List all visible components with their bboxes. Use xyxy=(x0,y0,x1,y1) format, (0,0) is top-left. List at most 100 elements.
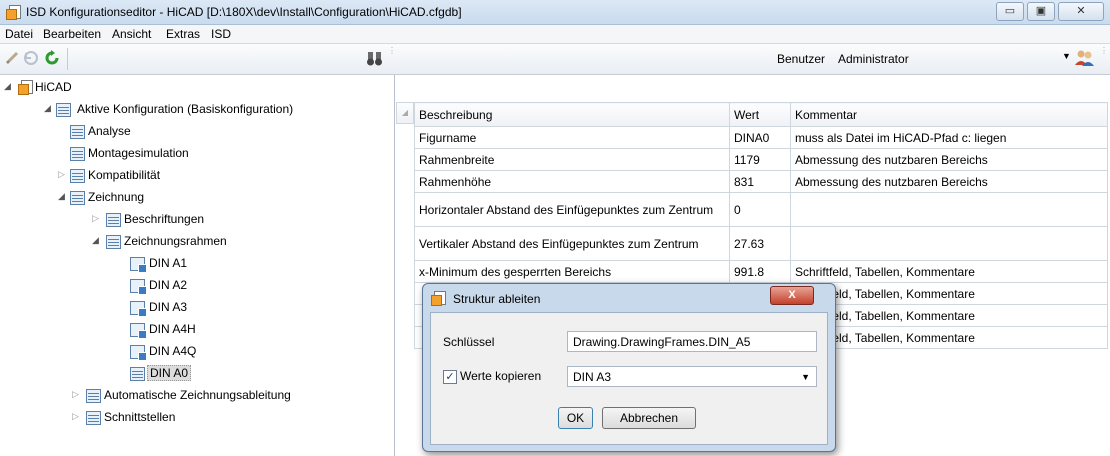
cell-kommentar[interactable]: muss als Datei im HiCAD-Pfad c: liegen xyxy=(790,126,1108,149)
expand-icon[interactable]: ▷ xyxy=(92,213,99,224)
minimize-button[interactable]: ▭ xyxy=(996,2,1024,21)
tree-label: DIN A1 xyxy=(149,256,188,270)
row-header-corner[interactable]: ◢ xyxy=(396,102,414,124)
table-row[interactable]: Vertikaler Abstand des Einfügepunktes zu… xyxy=(414,226,1108,261)
column-header-wert[interactable]: Wert xyxy=(729,102,791,127)
table-icon xyxy=(70,147,85,161)
maximize-button[interactable]: ▣ xyxy=(1027,2,1055,21)
cell-wert[interactable]: 991.8 xyxy=(729,260,791,283)
cell-beschreibung[interactable]: Rahmenhöhe xyxy=(414,170,730,193)
cell-wert[interactable]: DINA0 xyxy=(729,126,791,149)
derived-table-icon xyxy=(130,323,147,339)
user-label: Benutzer xyxy=(777,52,826,66)
collapse-icon[interactable]: ◢ xyxy=(44,103,51,114)
menu-extras[interactable]: Extras xyxy=(166,27,200,41)
config-tree: ◢ HiCAD ◢ Aktive Konfiguration (Basiskon… xyxy=(0,75,395,456)
table-icon xyxy=(70,169,85,183)
cell-beschreibung[interactable]: Vertikaler Abstand des Einfügepunktes zu… xyxy=(414,226,730,261)
table-icon xyxy=(70,191,85,205)
werte-kopieren-select[interactable]: DIN A3 ▼ xyxy=(567,366,817,387)
table-icon xyxy=(86,389,101,403)
table-icon xyxy=(86,411,101,425)
menu-isd[interactable]: ISD xyxy=(211,27,231,41)
refresh-icon[interactable] xyxy=(44,50,60,66)
tree-label: Beschriftungen xyxy=(124,212,205,226)
cell-wert[interactable]: 0 xyxy=(729,192,791,227)
cell-kommentar[interactable]: Schriftfeld, Tabellen, Kommentare xyxy=(790,260,1108,283)
collapse-icon[interactable]: ◢ xyxy=(92,235,99,246)
cell-wert[interactable]: 27.63 xyxy=(729,226,791,261)
toolbar-grip-right[interactable]: ⋮ xyxy=(1100,46,1108,72)
tree-label: Kompatibilität xyxy=(88,168,161,182)
tree-label: DIN A3 xyxy=(149,300,188,314)
werte-kopieren-label[interactable]: Werte kopieren xyxy=(460,369,541,383)
user-dropdown[interactable]: Administrator xyxy=(838,52,909,66)
expand-icon[interactable]: ▷ xyxy=(72,411,79,422)
schluessel-input[interactable]: Drawing.DrawingFrames.DIN_A5 xyxy=(567,331,817,352)
cell-kommentar[interactable] xyxy=(790,192,1108,227)
dialog-close-button[interactable]: X xyxy=(770,286,814,305)
cell-kommentar[interactable]: Abmessung des nutzbaren Bereichs xyxy=(790,148,1108,171)
table-icon xyxy=(106,213,121,227)
cell-kommentar[interactable]: Schriftfeld, Tabellen, Kommentare xyxy=(790,326,1108,349)
table-row[interactable]: Rahmenhöhe 831 Abmessung des nutzbaren B… xyxy=(414,170,1108,193)
app-icon xyxy=(6,5,21,20)
table-row[interactable]: Rahmenbreite 1179 Abmessung des nutzbare… xyxy=(414,148,1108,171)
table-icon xyxy=(106,235,121,249)
expand-icon[interactable]: ▷ xyxy=(72,389,79,400)
select-value: DIN A3 xyxy=(573,370,612,384)
column-header-beschreibung[interactable]: Beschreibung xyxy=(414,102,730,127)
tree-label: Zeichnung xyxy=(88,190,145,204)
cell-kommentar[interactable]: Schriftfeld, Tabellen, Kommentare xyxy=(790,282,1108,305)
schluessel-label: Schlüssel xyxy=(443,335,495,349)
derived-table-icon xyxy=(130,301,147,317)
cell-beschreibung[interactable]: Rahmenbreite xyxy=(414,148,730,171)
dialog-body: Schlüssel Drawing.DrawingFrames.DIN_A5 ✓… xyxy=(430,312,828,445)
cell-beschreibung[interactable]: Horizontaler Abstand des Einfügepunktes … xyxy=(414,192,730,227)
tree-label: DIN A2 xyxy=(149,278,188,292)
binoculars-icon[interactable] xyxy=(366,50,384,66)
toolbar: ⋮ Benutzer Administrator ▼ ⋮ xyxy=(0,44,1110,75)
tree-label: Aktive Konfiguration (Basiskonfiguration… xyxy=(77,102,294,116)
cell-kommentar[interactable]: Abmessung des nutzbaren Bereichs xyxy=(790,170,1108,193)
table-row[interactable]: x-Minimum des gesperrten Bereichs 991.8 … xyxy=(414,260,1108,283)
window-title: ISD Konfigurationseditor - HiCAD [D:\180… xyxy=(26,5,462,19)
close-button[interactable]: ✕ xyxy=(1058,2,1104,21)
tree-label: Automatische Zeichnungsableitung xyxy=(104,388,291,402)
tree-label: Schnittstellen xyxy=(104,410,176,424)
tree-label: Analyse xyxy=(88,124,131,138)
cell-wert[interactable]: 1179 xyxy=(729,148,791,171)
menu-ansicht[interactable]: Ansicht xyxy=(112,27,151,41)
collapse-icon[interactable]: ◢ xyxy=(58,191,65,202)
abbrechen-button[interactable]: Abbrechen xyxy=(602,407,696,429)
pencil-icon[interactable] xyxy=(5,51,19,65)
table-row[interactable]: Horizontaler Abstand des Einfügepunktes … xyxy=(414,192,1108,227)
column-header-kommentar[interactable]: Kommentar xyxy=(790,102,1108,127)
tree-label: DIN A4Q xyxy=(149,344,197,358)
derived-table-icon xyxy=(130,279,147,295)
menu-bar: Datei Bearbeiten Ansicht Extras ISD xyxy=(0,25,1110,44)
tree-label: Montagesimulation xyxy=(88,146,189,160)
hicad-icon xyxy=(18,80,33,95)
werte-kopieren-checkbox[interactable]: ✓ xyxy=(443,370,457,384)
users-icon[interactable] xyxy=(1074,49,1094,67)
cell-beschreibung[interactable]: Figurname xyxy=(414,126,730,149)
toolbar-grip[interactable]: ⋮ xyxy=(388,46,396,72)
table-icon xyxy=(70,125,85,139)
cell-kommentar[interactable] xyxy=(790,226,1108,261)
table-row[interactable]: Figurname DINA0 muss als Datei im HiCAD-… xyxy=(414,126,1108,149)
tree-label: Zeichnungsrahmen xyxy=(124,234,227,248)
expand-icon[interactable]: ▷ xyxy=(58,169,65,180)
collapse-icon[interactable]: ◢ xyxy=(4,81,11,92)
dialog-app-icon xyxy=(431,291,446,306)
cell-beschreibung[interactable]: x-Minimum des gesperrten Bereichs xyxy=(414,260,730,283)
undo-icon[interactable] xyxy=(23,50,39,66)
cell-wert[interactable]: 831 xyxy=(729,170,791,193)
chevron-down-icon: ▼ xyxy=(801,372,810,382)
menu-bearbeiten[interactable]: Bearbeiten xyxy=(43,27,101,41)
table-icon xyxy=(56,103,71,117)
menu-datei[interactable]: Datei xyxy=(5,27,33,41)
user-dropdown-arrow-icon[interactable]: ▼ xyxy=(1062,51,1071,61)
cell-kommentar[interactable]: Schriftfeld, Tabellen, Kommentare xyxy=(790,304,1108,327)
ok-button[interactable]: OK xyxy=(558,407,593,429)
